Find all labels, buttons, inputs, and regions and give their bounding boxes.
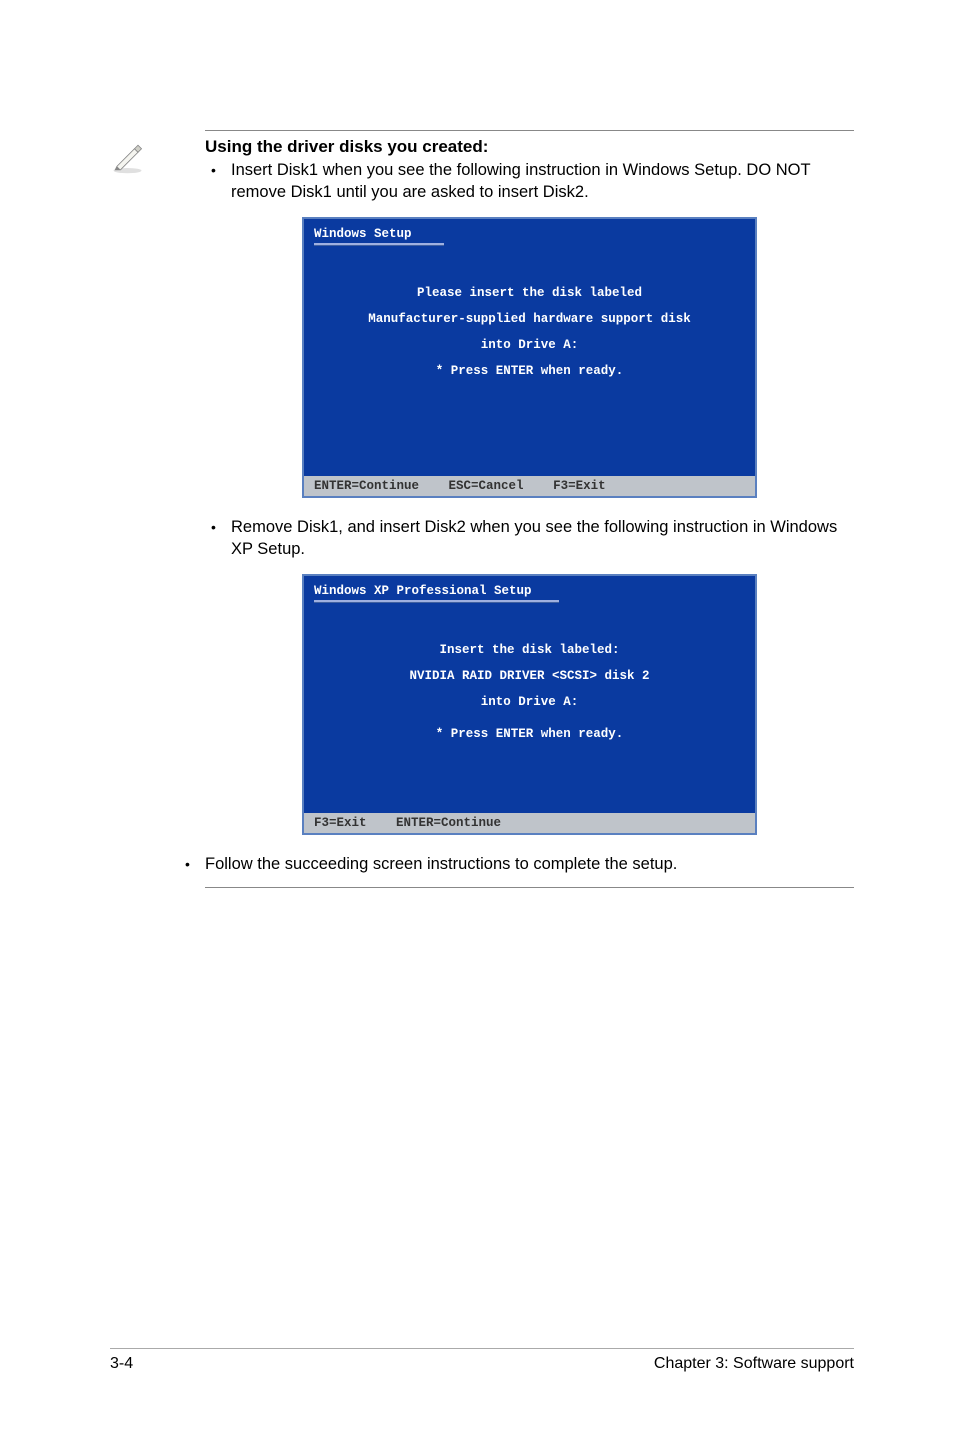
footer-key-f3: F3=Exit [314, 816, 367, 830]
pencil-note-icon [110, 140, 145, 175]
terminal-title-underline [314, 600, 559, 603]
page-number: 3-4 [110, 1355, 133, 1373]
chapter-label: Chapter 3: Software support [654, 1355, 854, 1373]
note-heading: Using the driver disks you created: [205, 137, 854, 157]
terminal-title-underline [314, 243, 444, 246]
terminal-line: * Press ENTER when ready. [314, 727, 745, 741]
terminal-line: Insert the disk labeled: [314, 643, 745, 657]
bullet-text: Insert Disk1 when you see the following … [231, 159, 854, 203]
terminal-body: Please insert the disk labeled Manufactu… [314, 286, 745, 476]
windows-setup-terminal: Windows Setup Please insert the disk lab… [302, 217, 757, 498]
terminal-footer: F3=Exit ENTER=Continue [304, 813, 755, 833]
bullet-item-2: • Remove Disk1, and insert Disk2 when yo… [205, 516, 854, 560]
bullet-item-1: • Insert Disk1 when you see the followin… [205, 159, 854, 203]
terminal-body: Insert the disk labeled: NVIDIA RAID DRI… [314, 643, 745, 813]
terminal-line: NVIDIA RAID DRIVER <SCSI> disk 2 [314, 669, 745, 683]
bullet-marker: • [179, 853, 205, 875]
terminal-line: into Drive A: [314, 338, 745, 352]
footer-key-esc: ESC=Cancel [449, 479, 524, 493]
bullet-text: Remove Disk1, and insert Disk2 when you … [231, 516, 854, 560]
terminal-title: Windows Setup [314, 227, 745, 241]
note-box: Using the driver disks you created: • In… [205, 130, 854, 888]
terminal-line: into Drive A: [314, 695, 745, 709]
windows-xp-setup-terminal: Windows XP Professional Setup Insert the… [302, 574, 757, 835]
footer-key-enter: ENTER=Continue [314, 479, 419, 493]
terminal-line: Manufacturer-supplied hardware support d… [314, 312, 745, 326]
footer-key-f3: F3=Exit [553, 479, 606, 493]
terminal-footer: ENTER=Continue ESC=Cancel F3=Exit [304, 476, 755, 496]
terminal-line: * Press ENTER when ready. [314, 364, 745, 378]
terminal-title: Windows XP Professional Setup [314, 584, 745, 598]
bullet-text: Follow the succeeding screen instruction… [205, 853, 677, 875]
bullet-marker: • [205, 516, 231, 538]
footer-key-enter: ENTER=Continue [396, 816, 501, 830]
bullet-marker: • [205, 159, 231, 181]
page-footer: 3-4 Chapter 3: Software support [110, 1348, 854, 1373]
terminal-line: Please insert the disk labeled [314, 286, 745, 300]
bullet-item-3: • Follow the succeeding screen instructi… [179, 853, 854, 875]
